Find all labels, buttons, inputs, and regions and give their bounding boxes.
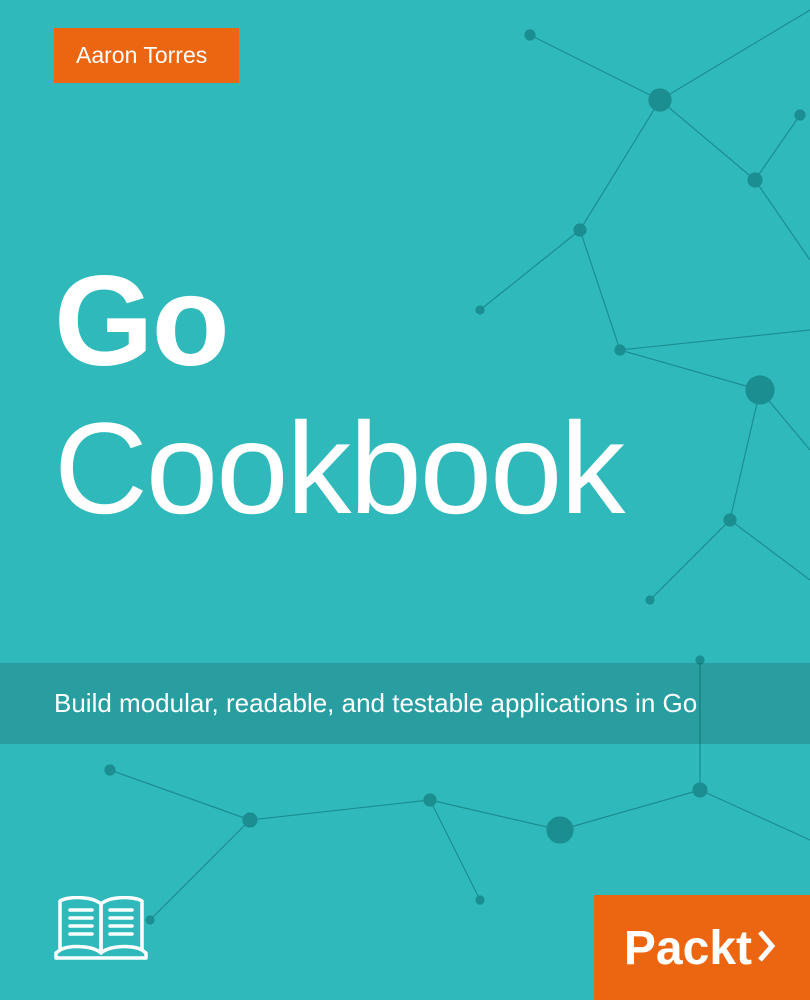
publisher-badge: Packt [594, 895, 810, 1000]
subtitle-text: Build modular, readable, and testable ap… [54, 688, 697, 718]
title-line2: Cookbook [54, 394, 623, 544]
author-badge: Aaron Torres [54, 28, 239, 83]
publisher-logo: Packt [624, 921, 780, 976]
chevron-right-icon [756, 921, 780, 976]
title-line1: Go [54, 258, 623, 386]
subtitle-bar: Build modular, readable, and testable ap… [0, 663, 810, 744]
title-block: Go Cookbook [54, 258, 623, 544]
book-cover: Aaron Torres Go Cookbook Build modular, … [0, 0, 810, 1000]
book-icon [54, 896, 149, 967]
author-name: Aaron Torres [76, 42, 207, 68]
publisher-name: Packt [624, 921, 752, 976]
